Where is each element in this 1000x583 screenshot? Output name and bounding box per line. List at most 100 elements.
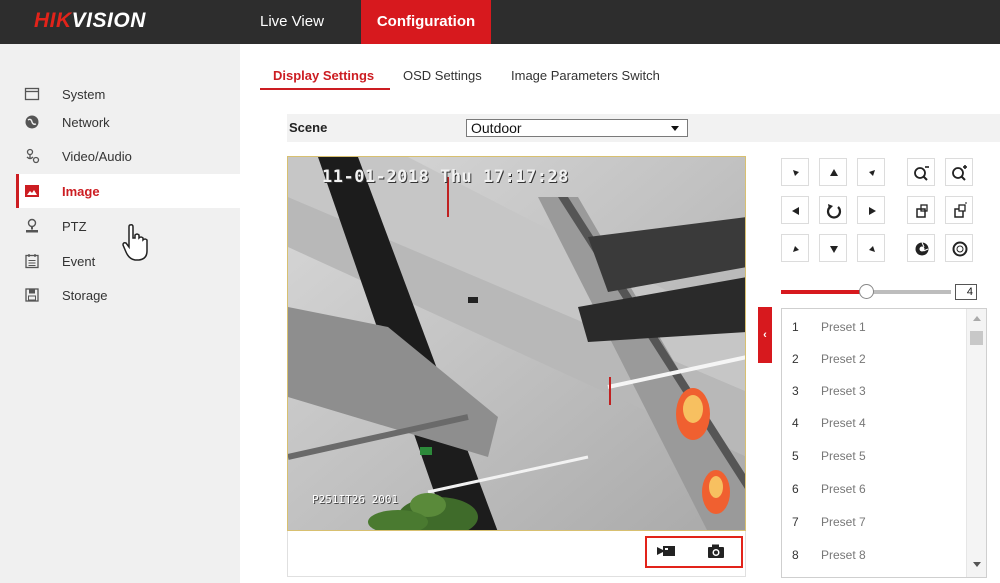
preset-row[interactable]: 1 Preset 1 (782, 311, 968, 343)
preset-row[interactable]: 5 Preset 5 (782, 440, 968, 472)
video-timestamp: 11-01-2018 Thu 17:17:28 (322, 167, 569, 187)
ptz-up-left-button[interactable] (781, 158, 809, 186)
calendar-icon (24, 253, 40, 269)
preset-number: 6 (792, 482, 799, 496)
arrow-right-icon (869, 207, 876, 215)
video-caption: P251IT26 2001 (312, 493, 399, 506)
tab-osd-settings[interactable]: OSD Settings (403, 68, 482, 83)
focus-far-icon (954, 202, 967, 218)
hand-cursor-icon (120, 223, 154, 268)
preset-row[interactable]: 3 Preset 3 (782, 375, 968, 407)
preset-number: 7 (792, 515, 799, 529)
arrow-down-right-icon (869, 246, 875, 252)
sidebar-item-video-audio[interactable]: Video/Audio (16, 139, 240, 173)
scrollbar-thumb[interactable] (970, 331, 983, 345)
focus-near-icon (916, 204, 928, 218)
preset-row[interactable]: 7 Preset 7 (782, 506, 968, 538)
ptz-down-right-button[interactable] (857, 234, 885, 262)
top-bar: HIKVISION Live View Configuration (0, 0, 1000, 44)
preset-row[interactable]: 6 Preset 6 (782, 473, 968, 505)
arrow-up-right-icon (869, 170, 875, 176)
chevron-left-icon: ‹ (763, 329, 767, 341)
sidebar-item-label: Storage (62, 287, 108, 303)
zoom-out-button[interactable] (907, 158, 935, 186)
preset-row[interactable]: 2 Preset 2 (782, 343, 968, 375)
sidebar-item-network[interactable]: Network (16, 105, 240, 139)
ptz-camera-icon (24, 218, 40, 234)
ptz-down-button[interactable] (819, 234, 847, 262)
preset-name: Preset 5 (821, 449, 866, 463)
iris-open-icon (915, 242, 929, 256)
preset-scrollbar[interactable] (966, 309, 986, 577)
arrow-left-icon (792, 207, 799, 215)
ptz-auto-rotate-button[interactable] (819, 196, 847, 224)
sidebar-item-label: PTZ (62, 218, 87, 234)
sidebar-item-label: System (62, 86, 106, 102)
sidebar-item-storage[interactable]: Storage (16, 278, 240, 312)
focus-near-button[interactable] (907, 196, 935, 224)
preset-name: Preset 1 (821, 320, 866, 334)
tab-display-settings[interactable]: Display Settings (273, 68, 374, 83)
scene-label: Scene (289, 120, 328, 135)
nav-live-view[interactable]: Live View (260, 0, 324, 44)
preset-list: 1 Preset 1 2 Preset 2 3 Preset 3 4 Preset 4 … (781, 308, 987, 578)
logo-text-left: HIK (34, 9, 72, 32)
preset-number: 8 (792, 548, 799, 562)
preset-number: 3 (792, 384, 799, 398)
arrow-down-icon (830, 246, 838, 253)
ptz-right-button[interactable] (857, 196, 885, 224)
sidebar-item-image[interactable]: Image (16, 174, 240, 208)
collapse-panel-button[interactable]: ‹ (758, 307, 772, 363)
scroll-up-icon[interactable] (973, 316, 981, 321)
ptz-speed-value[interactable]: 4 (955, 284, 977, 300)
video-frame-image (288, 157, 745, 530)
sidebar-item-label: Event (62, 253, 96, 269)
preset-name: Preset 6 (821, 482, 866, 496)
ptz-up-right-button[interactable] (857, 158, 885, 186)
preset-number: 4 (792, 416, 799, 430)
preset-name: Preset 3 (821, 384, 866, 398)
preset-number: 2 (792, 352, 799, 366)
video-audio-icon (24, 148, 40, 164)
preset-number: 5 (792, 449, 799, 463)
zoom-in-button[interactable] (945, 158, 973, 186)
scroll-down-icon[interactable] (973, 562, 981, 567)
preset-name: Preset 7 (821, 515, 866, 529)
preset-number: 1 (792, 320, 799, 334)
globe-icon (24, 114, 40, 130)
tab-image-parameters-switch[interactable]: Image Parameters Switch (511, 68, 660, 83)
arrow-up-left-icon (793, 170, 799, 176)
chevron-down-icon (671, 126, 679, 131)
sidebar-item-label: Video/Audio (62, 148, 132, 164)
iris-close-icon (952, 241, 968, 257)
zoom-out-icon (914, 166, 929, 181)
rotate-icon (826, 204, 842, 219)
image-icon (24, 183, 40, 199)
iris-close-button[interactable] (945, 234, 973, 262)
logo-text-right: VISION (71, 9, 146, 32)
preset-row[interactable]: 4 Preset 4 (782, 407, 968, 439)
preset-name: Preset 2 (821, 352, 866, 366)
arrow-up-icon (830, 169, 838, 176)
focus-far-button[interactable] (945, 196, 973, 224)
preset-name: Preset 8 (821, 548, 866, 562)
floppy-disk-icon (24, 287, 40, 303)
ptz-speed-slider-handle[interactable] (859, 284, 874, 299)
iris-open-button[interactable] (907, 234, 935, 262)
scene-select-value: Outdoor (471, 120, 522, 136)
ptz-up-button[interactable] (819, 158, 847, 186)
brand-logo: HIKVISION (34, 9, 146, 33)
ptz-speed-slider-fill (781, 290, 866, 294)
camera-snapshot-icon[interactable] (707, 543, 725, 564)
ptz-left-button[interactable] (781, 196, 809, 224)
nav-configuration[interactable]: Configuration (361, 0, 491, 44)
ptz-down-left-button[interactable] (781, 234, 809, 262)
preset-row[interactable]: 8 Preset 8 (782, 539, 968, 571)
zoom-in-icon (952, 165, 967, 181)
arrow-down-left-icon (793, 246, 799, 252)
video-record-icon[interactable] (657, 543, 677, 564)
active-tab-underline (260, 88, 390, 90)
live-video-preview[interactable]: 11-01-2018 Thu 17:17:28 P251IT26 2001 (287, 156, 746, 531)
scene-select[interactable]: Outdoor (466, 119, 688, 137)
monitor-icon (24, 86, 40, 102)
